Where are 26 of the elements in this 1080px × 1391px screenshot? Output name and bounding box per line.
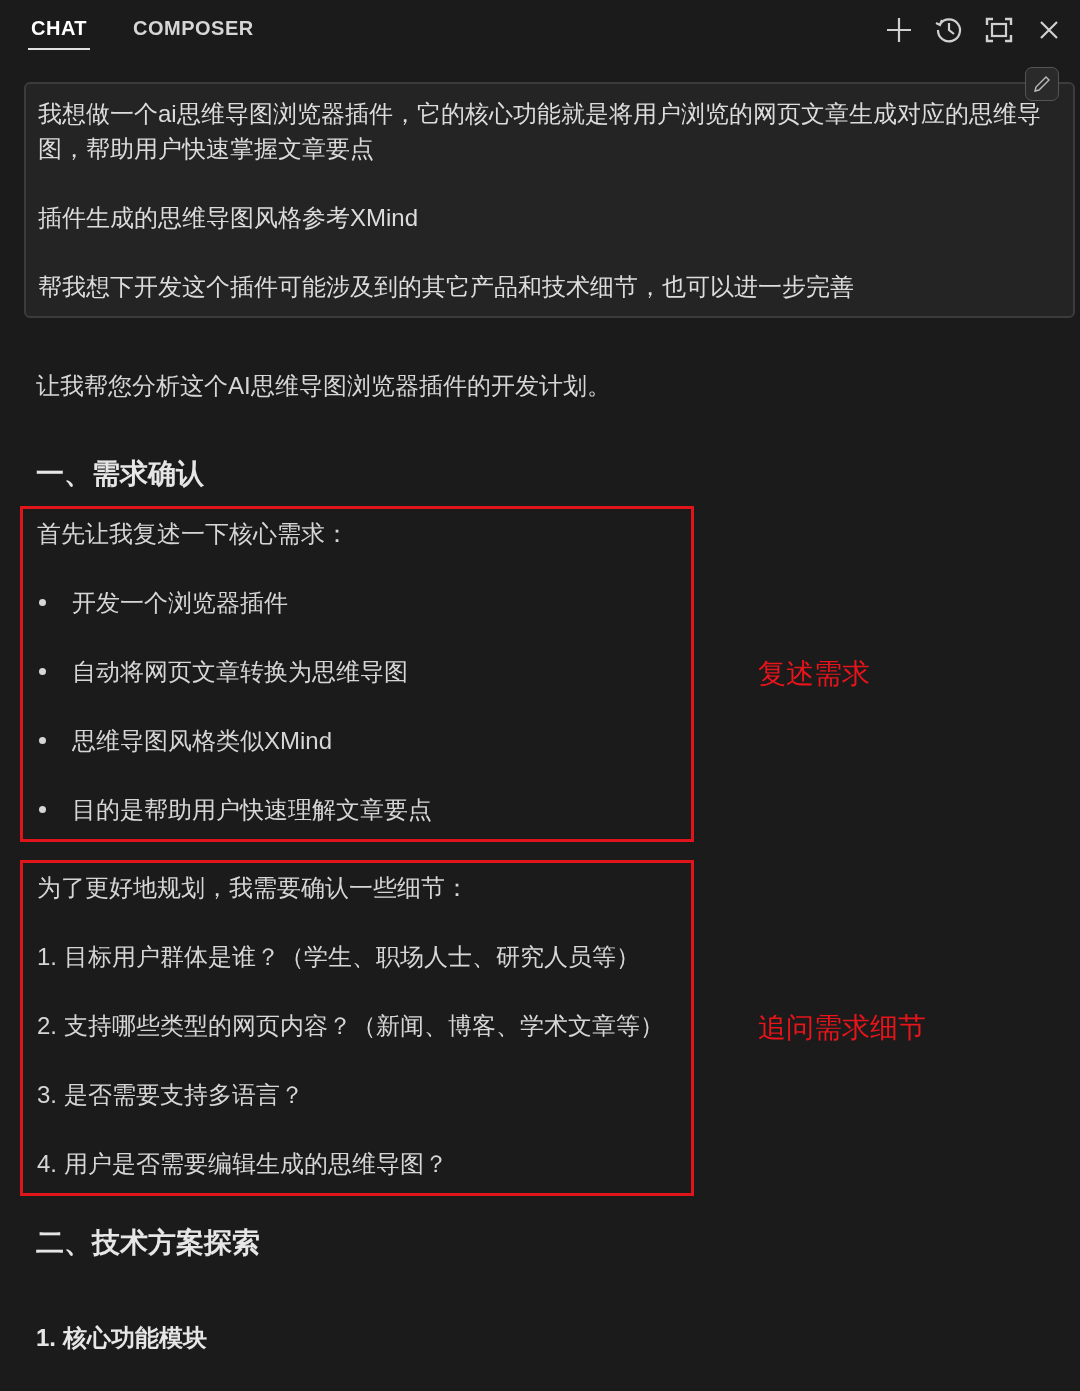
plus-icon[interactable] <box>884 15 914 45</box>
response-paragraph: 让我帮您分析这个AI思维导图浏览器插件的开发计划。 <box>36 371 612 401</box>
tab[interactable]: CHAT <box>28 10 91 50</box>
pencil-icon <box>1032 74 1052 94</box>
list-intro: 首先让我复述一下核心需求： <box>37 519 350 549</box>
message-paragraph: 我想做一个ai思维导图浏览器插件，它的核心功能就是将用户浏览的网页文章生成对应的思维导图，帮助用户快速掌握文章要点 <box>38 99 1042 164</box>
edit-button[interactable] <box>1025 67 1059 101</box>
section-heading: 一、需求确认 <box>36 457 205 491</box>
annotation-label: 追问需求细节 <box>758 1011 926 1045</box>
subsection-heading: 1. 核心功能模块 <box>36 1323 208 1353</box>
section-heading: 二、技术方案探索 <box>36 1226 261 1260</box>
list-item: 3. 是否需要支持多语言？ <box>37 1080 304 1110</box>
list-item: 1. 目标用户群体是谁？（学生、职场人士、研究人员等） <box>37 942 640 972</box>
list-item: 4. 用户是否需要编辑生成的思维导图？ <box>37 1149 448 1179</box>
message-paragraph: 插件生成的思维导图风格参考XMind <box>38 203 420 233</box>
list-intro: 为了更好地规划，我需要确认一些细节： <box>37 873 470 903</box>
history-icon[interactable] <box>934 15 964 45</box>
list-item: 目的是帮助用户快速理解文章要点 <box>72 795 432 825</box>
list-item: 2. 支持哪些类型的网页内容？（新闻、博客、学术文章等） <box>37 1011 664 1041</box>
tab[interactable]: COMPOSER <box>130 10 257 50</box>
list-item: 思维导图风格类似XMind <box>72 726 333 756</box>
list-item: 开发一个浏览器插件 <box>72 588 288 618</box>
maximize-icon[interactable] <box>984 15 1014 45</box>
annotation-label: 复述需求 <box>758 657 870 691</box>
message-paragraph: 帮我想下开发这个插件可能涉及到的其它产品和技术细节，也可以进一步完善 <box>38 272 855 302</box>
list-item: 自动将网页文章转换为思维导图 <box>72 657 408 687</box>
